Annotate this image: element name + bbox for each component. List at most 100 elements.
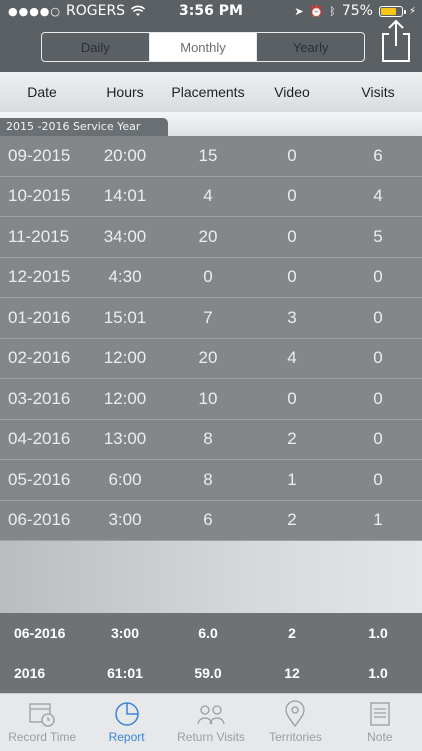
table-row[interactable]: 03-2016 12:00 10 0 0 — [0, 379, 422, 420]
tab-note[interactable]: Note — [338, 694, 422, 751]
summary-row-month: 06-2016 3:00 6.0 2 1.0 — [0, 613, 422, 653]
cell-placements: 4 — [203, 186, 213, 206]
pie-chart-icon — [114, 702, 139, 726]
summary-row-year: 2016 61:01 59.0 12 1.0 — [0, 653, 422, 693]
tab-label: Note — [367, 730, 393, 744]
status-bar: ●●●●○ ROGERS 3:56 PM ➤ ⏰ ᛒ 75% ⚡ — [0, 0, 422, 24]
cell-date: 06-2016 — [8, 510, 71, 530]
cell-hours: 12:00 — [103, 388, 147, 408]
battery-icon — [378, 5, 406, 17]
cell-hours: 3:00 — [108, 510, 142, 530]
tab-label: Territories — [269, 730, 322, 744]
cell-video: 1 — [287, 469, 297, 489]
cell-hours: 34:00 — [103, 226, 147, 246]
cell-date: 03-2016 — [8, 388, 71, 408]
summary-visits: 1.0 — [368, 625, 388, 641]
segment-yearly[interactable]: Yearly — [256, 33, 364, 61]
cell-video: 0 — [287, 267, 297, 287]
cell-video: 3 — [287, 307, 297, 327]
tab-report[interactable]: Report — [84, 694, 168, 751]
cell-date: 10-2015 — [8, 186, 71, 206]
summary-date: 06-2016 — [14, 625, 66, 641]
cell-placements: 8 — [203, 469, 213, 489]
table-row[interactable]: 05-2016 6:00 8 1 0 — [0, 460, 422, 501]
location-icon: ➤ — [294, 4, 304, 18]
cell-video: 2 — [287, 510, 297, 530]
cell-visits: 0 — [373, 388, 383, 408]
cell-hours: 13:00 — [103, 429, 147, 449]
header-placements: Placements — [171, 84, 245, 100]
bluetooth-icon: ᛒ — [329, 4, 336, 18]
header-video: Video — [274, 84, 310, 100]
summary-date: 2016 — [14, 665, 46, 681]
cell-visits: 0 — [373, 429, 383, 449]
top-bar: ●●●●○ ROGERS 3:56 PM ➤ ⏰ ᛒ 75% ⚡ Daily M… — [0, 0, 422, 72]
segment-daily[interactable]: Daily — [42, 33, 149, 61]
tab-record-time[interactable]: Record Time — [0, 694, 84, 751]
summary-video: 12 — [284, 665, 300, 681]
people-icon — [197, 705, 225, 725]
alarm-icon: ⏰ — [309, 4, 324, 18]
table-row[interactable]: 12-2015 4:30 0 0 0 — [0, 257, 422, 298]
cell-visits: 0 — [373, 469, 383, 489]
cell-video: 0 — [287, 145, 297, 165]
header-hours: Hours — [106, 84, 144, 100]
table-header: Date Hours Placements Video Visits — [0, 72, 422, 112]
tab-label: Report — [108, 730, 145, 744]
cell-visits: 6 — [373, 145, 383, 165]
cell-visits: 0 — [373, 348, 383, 368]
tab-label: Return Visits — [177, 730, 245, 744]
table-row[interactable]: 02-2016 12:00 20 4 0 — [0, 338, 422, 379]
summary-video: 2 — [288, 625, 296, 641]
segment-monthly[interactable]: Monthly — [148, 33, 257, 61]
summary-hours: 3:00 — [110, 625, 140, 641]
table-row[interactable]: 10-2015 14:01 4 0 4 — [0, 176, 422, 217]
share-icon[interactable] — [378, 18, 414, 64]
cell-visits: 0 — [373, 307, 383, 327]
cell-visits: 4 — [373, 186, 383, 206]
status-right: ➤ ⏰ ᛒ 75% ⚡ — [294, 3, 416, 19]
table-row[interactable]: 01-2016 15:01 7 3 0 — [0, 298, 422, 339]
cell-video: 2 — [287, 429, 297, 449]
summary-placements: 59.0 — [194, 665, 222, 681]
header-visits: Visits — [361, 84, 395, 100]
cell-placements: 10 — [198, 388, 218, 408]
cell-date: 02-2016 — [8, 348, 71, 368]
tab-return-visits[interactable]: Return Visits — [169, 694, 253, 751]
cell-date: 04-2016 — [8, 429, 71, 449]
map-pin-icon — [285, 700, 306, 728]
table-row[interactable]: 09-2015 20:00 15 0 6 — [0, 136, 422, 177]
table-row[interactable]: 04-2016 13:00 8 2 0 — [0, 419, 422, 460]
cell-video: 4 — [287, 348, 297, 368]
cell-visits: 5 — [373, 226, 383, 246]
cell-hours: 6:00 — [108, 469, 142, 489]
cell-placements: 0 — [203, 267, 213, 287]
cell-video: 0 — [287, 226, 297, 246]
tab-territories[interactable]: Territories — [253, 694, 337, 751]
cell-placements: 15 — [198, 145, 218, 165]
cell-hours: 14:01 — [103, 186, 147, 206]
tab-bar: Record Time Report Return Visits Territo… — [0, 693, 422, 751]
summary-section: 06-2016 3:00 6.0 2 1.0 2016 61:01 59.0 12 1.0 — [0, 613, 422, 693]
summary-hours: 61:01 — [107, 665, 143, 681]
cell-placements: 20 — [198, 226, 218, 246]
cell-hours: 15:01 — [103, 307, 147, 327]
cell-visits: 0 — [373, 267, 383, 287]
note-icon — [370, 702, 390, 726]
cell-placements: 20 — [198, 348, 218, 368]
cell-hours: 12:00 — [103, 348, 147, 368]
cell-date: 05-2016 — [8, 469, 71, 489]
cell-placements: 8 — [203, 429, 213, 449]
charging-icon: ⚡ — [408, 5, 416, 17]
cell-video: 0 — [287, 388, 297, 408]
cell-visits: 1 — [373, 510, 383, 530]
table-row[interactable]: 11-2015 34:00 20 0 5 — [0, 217, 422, 258]
battery-percent: 75% — [341, 3, 373, 19]
cell-video: 0 — [287, 186, 297, 206]
cell-date: 12-2015 — [8, 267, 71, 287]
monthly-rows: 09-2015 20:00 15 0 6 10-2015 14:01 4 0 4 11-2015 34… — [0, 136, 422, 541]
service-year-label: 2015 -2016 Service Year — [0, 118, 168, 136]
cell-placements: 7 — [203, 307, 213, 327]
table-row[interactable]: 06-2016 3:00 6 2 1 — [0, 500, 422, 541]
period-segmented-control: Daily Monthly Yearly — [41, 32, 365, 62]
